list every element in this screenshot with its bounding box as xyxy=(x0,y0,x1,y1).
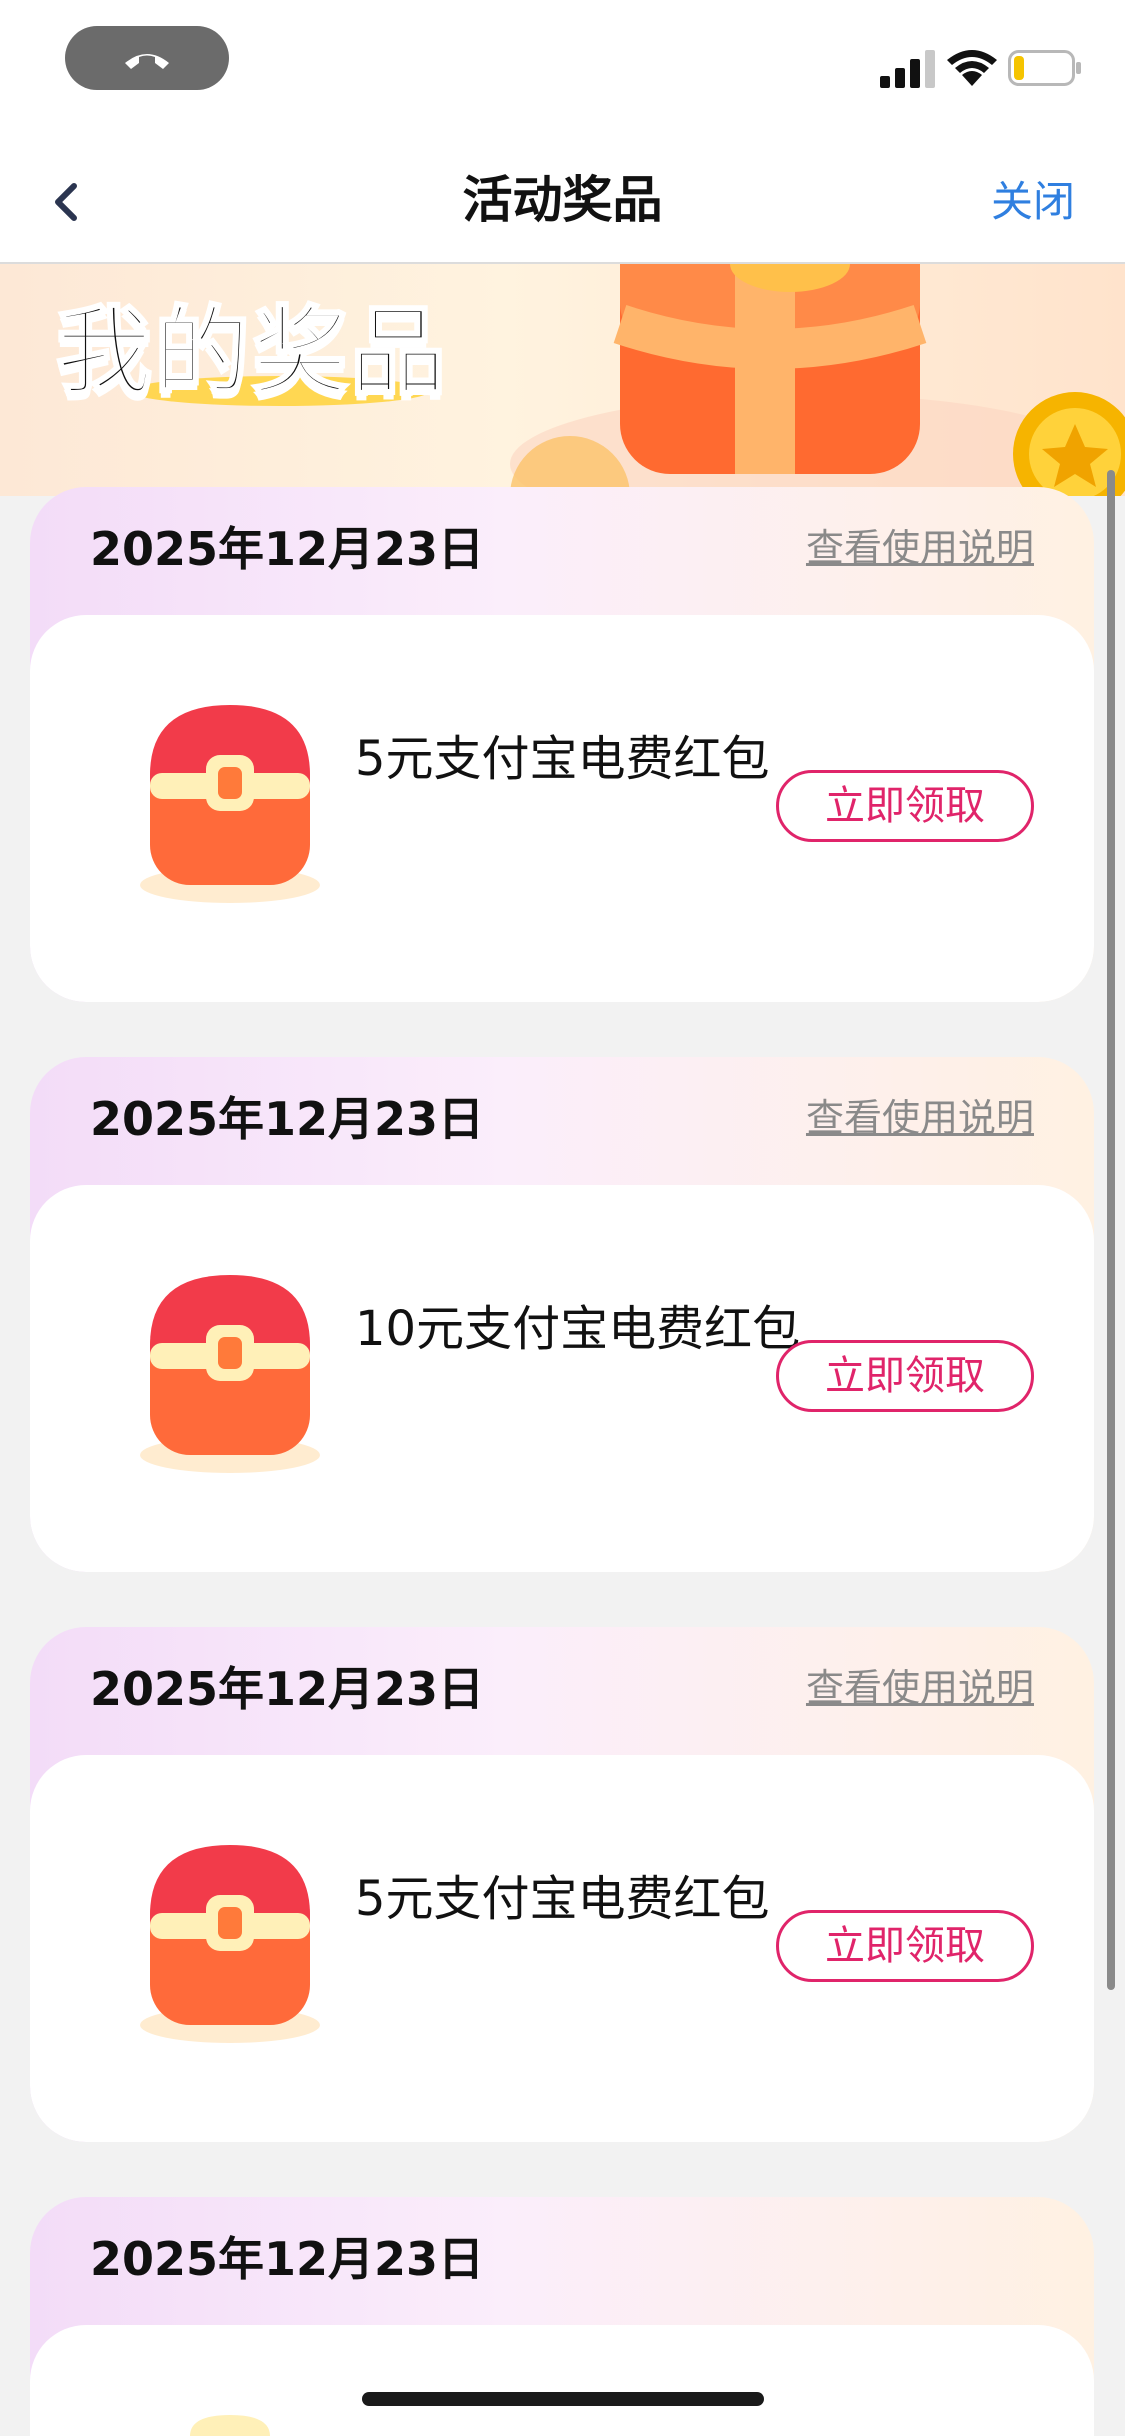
red-packet-icon xyxy=(190,2415,270,2436)
claim-now-button[interactable]: 立即领取 xyxy=(776,1910,1034,1982)
prize-card-body: 10元支付宝电费红包 立即领取 xyxy=(30,1185,1094,1572)
red-packet-icon xyxy=(140,705,320,903)
usage-instructions-link[interactable]: 查看使用说明 xyxy=(806,1089,1034,1147)
prize-date: 2025年12月23日 xyxy=(90,1092,485,1146)
wifi-icon xyxy=(947,50,997,86)
prize-name: 10元支付宝电费红包 xyxy=(355,1301,801,1357)
prize-card: 2025年12月23日 查看使用说明 10元支付宝电费红包 立即领取 xyxy=(30,1057,1094,1572)
hero-title: 我的奖品 xyxy=(55,295,448,410)
close-button[interactable]: 关闭 xyxy=(991,174,1075,230)
prize-card-body: 5元支付宝电费红包 立即领取 xyxy=(30,615,1094,1002)
usage-instructions-link[interactable]: 查看使用说明 xyxy=(806,1659,1034,1717)
prize-card: 2025年12月23日 查看使用说明 5元支付宝电费红包 立即领取 xyxy=(30,1627,1094,2142)
prize-card-body: 5元支付宝电费红包 立即领取 xyxy=(30,1755,1094,2142)
battery-icon xyxy=(1008,50,1081,86)
gift-box-illustration xyxy=(510,264,1125,496)
usage-instructions-link[interactable]: 查看使用说明 xyxy=(806,519,1034,577)
home-indicator[interactable] xyxy=(362,2392,764,2406)
red-packet-icon xyxy=(140,1845,320,2043)
phone-call-pill[interactable] xyxy=(65,26,229,90)
prize-name: 5元支付宝电费红包 xyxy=(355,1871,770,1927)
prize-name: 5元支付宝电费红包 xyxy=(355,731,770,787)
page-title: 活动奖品 xyxy=(462,171,663,229)
claim-now-button[interactable]: 立即领取 xyxy=(776,1340,1034,1412)
prize-date: 2025年12月23日 xyxy=(90,2232,485,2286)
red-packet-icon xyxy=(140,1275,320,1473)
signal-icon xyxy=(880,50,935,88)
hero-banner: 我的奖品 xyxy=(0,264,1125,496)
prize-card: 2025年12月23日 查看使用说明 5元支付宝电费红包 立即领取 xyxy=(30,487,1094,1002)
navigation-bar: 活动奖品 关闭 xyxy=(0,140,1125,264)
phone-call-icon xyxy=(125,54,169,69)
prize-date: 2025年12月23日 xyxy=(90,1662,485,1716)
scrollbar[interactable] xyxy=(1107,470,1115,1990)
status-bar xyxy=(0,0,1125,140)
prize-date: 2025年12月23日 xyxy=(90,522,485,576)
prize-card-body xyxy=(30,2325,1094,2436)
claim-now-button[interactable]: 立即领取 xyxy=(776,770,1034,842)
